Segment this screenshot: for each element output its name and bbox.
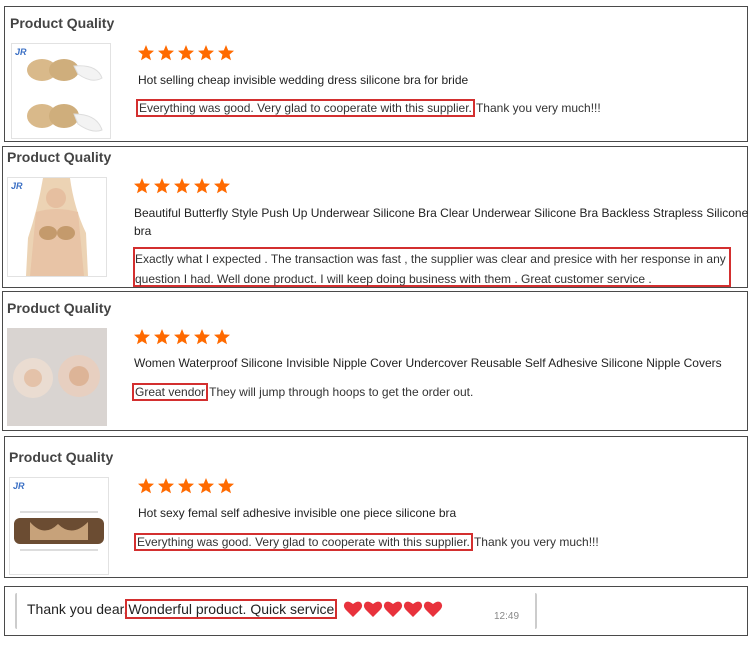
star-icon: [177, 477, 195, 495]
chat-message-card: Thank you dear.Wonderful product. Quick …: [4, 586, 748, 636]
product-title[interactable]: Beautiful Butterfly Style Push Up Underw…: [134, 204, 749, 240]
star-icon: [197, 44, 215, 62]
star-icon: [197, 477, 215, 495]
chat-message: Thank you dear.Wonderful product. Quick …: [27, 599, 338, 619]
highlighted-chat: Wonderful product. Quick service: [125, 599, 338, 619]
star-icon: [173, 328, 191, 346]
rating-stars: [137, 477, 235, 495]
product-thumbnail[interactable]: JR: [9, 477, 109, 575]
star-icon: [217, 477, 235, 495]
review-card-4: Product Quality JR Hot sexy femal self a…: [4, 436, 748, 578]
star-icon: [193, 177, 211, 195]
heart-icon: [363, 599, 383, 619]
section-title: Product Quality: [10, 15, 115, 31]
highlighted-review: Exactly what I expected . The transactio…: [135, 252, 726, 286]
nipple-covers-icon: [7, 328, 107, 426]
review-card-3: Product Quality Women Waterproof Silicon…: [2, 291, 748, 431]
product-title[interactable]: Women Waterproof Silicone Invisible Nipp…: [134, 354, 722, 372]
star-icon: [153, 177, 171, 195]
star-icon: [153, 328, 171, 346]
highlighted-review: Everything was good. Very glad to cooper…: [134, 533, 473, 551]
star-icon: [213, 328, 231, 346]
section-title: Product Quality: [9, 449, 114, 465]
section-title: Product Quality: [7, 149, 112, 165]
review-text: Great vendor They will jump through hoop…: [131, 382, 474, 402]
heart-icon: [383, 599, 403, 619]
model-photo-icon: [26, 178, 88, 276]
hearts: [343, 599, 443, 619]
heart-icon: [343, 599, 363, 619]
star-icon: [213, 177, 231, 195]
product-thumbnail[interactable]: [7, 328, 107, 426]
star-icon: [193, 328, 211, 346]
heart-icon: [423, 599, 443, 619]
rating-stars: [133, 328, 231, 346]
rating-stars: [133, 177, 231, 195]
brand-logo-icon: JR: [13, 481, 25, 491]
star-icon: [217, 44, 235, 62]
product-thumbnail[interactable]: JR: [7, 177, 107, 277]
review-card-1: Product Quality JR Hot selling cheap inv…: [4, 6, 748, 142]
brand-logo-icon: JR: [15, 47, 27, 57]
star-icon: [137, 477, 155, 495]
section-title: Product Quality: [7, 300, 112, 316]
product-title[interactable]: Hot sexy femal self adhesive invisible o…: [138, 504, 456, 522]
product-thumbnail[interactable]: JR: [11, 43, 111, 139]
highlighted-review: Everything was good. Very glad to cooper…: [136, 99, 475, 117]
star-icon: [137, 44, 155, 62]
bra-band-icon: [14, 511, 104, 551]
star-icon: [177, 44, 195, 62]
rating-stars: [137, 44, 235, 62]
message-timestamp: 12:49: [494, 611, 520, 622]
star-icon: [157, 44, 175, 62]
review-rest: Thank you very much!!!: [470, 535, 599, 549]
review-text: Everything was good. Very glad to cooper…: [136, 98, 601, 118]
review-card-2: Product Quality JR Beautiful Butterfly S…: [2, 146, 748, 288]
bra-cups-icon: [27, 59, 103, 132]
highlighted-review: Great vendor: [131, 383, 209, 401]
product-title[interactable]: Hot selling cheap invisible wedding dres…: [138, 71, 468, 89]
star-icon: [133, 328, 151, 346]
review-text: Everything was good. Very glad to cooper…: [134, 532, 599, 552]
star-icon: [173, 177, 191, 195]
heart-icon: [403, 599, 423, 619]
review-rest: Thank you very much!!!: [472, 101, 601, 115]
star-icon: [133, 177, 151, 195]
chat-prefix: Thank you dear.: [27, 601, 128, 617]
star-icon: [157, 477, 175, 495]
brand-logo-icon: JR: [11, 181, 23, 191]
review-rest: They will jump through hoops to get the …: [206, 385, 474, 399]
